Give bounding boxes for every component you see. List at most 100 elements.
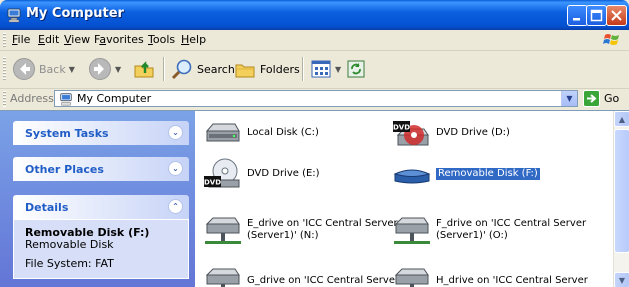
svg-text:DVD: DVD [393, 124, 410, 132]
chevron-down-icon[interactable]: ⌄ [168, 161, 183, 176]
network-drive-icon [205, 217, 241, 244]
views-dropdown-icon[interactable]: ▼ [335, 65, 341, 74]
maximize-button[interactable] [586, 5, 607, 26]
menu-bar: File Edit View Favorites Tools Help [0, 30, 629, 51]
go-arrow-icon[interactable] [583, 90, 600, 107]
back-arrow-icon [13, 58, 35, 80]
menu-edit-rest: dit [44, 33, 60, 46]
menu-help[interactable]: Help [181, 33, 206, 46]
drive-network-o[interactable]: F_drive on 'ICC Central Server (Server1)… [392, 210, 586, 250]
forward-dropdown-icon[interactable]: ▼ [115, 65, 121, 74]
close-button[interactable] [606, 5, 627, 26]
folders-label: Folders [260, 62, 300, 76]
file-label: G_drive on 'ICC Central Server [247, 275, 400, 286]
task-pane: System Tasks ⌄ Other Places ⌄ Details ⌃ … [0, 111, 195, 287]
chevron-up-icon: ▲ [618, 114, 626, 124]
menu-file[interactable]: File [12, 33, 30, 46]
folders-icon [235, 64, 255, 78]
file-label: DVD Drive (E:) [247, 168, 320, 179]
file-label: H_drive on 'ICC Central Server [436, 275, 588, 286]
drive-dvd-d[interactable]: DVD DVD Drive (D:) [392, 113, 510, 153]
forward-button[interactable]: ▼ [88, 55, 121, 83]
dvd-drive-icon: DVD [204, 158, 240, 188]
sync-icon [347, 60, 365, 78]
search-icon [171, 59, 192, 80]
menu-help-rest: elp [189, 33, 207, 46]
menu-view-rest: iew [71, 33, 91, 46]
details-header[interactable]: Details ⌃ [13, 195, 189, 219]
forward-arrow-icon [89, 58, 111, 80]
search-label: Search [197, 62, 235, 76]
standard-toolbar: Back ▼ ▼ Search Folders ▼ [0, 51, 629, 89]
window-title: My Computer [26, 6, 124, 21]
other-places-title: Other Places [25, 163, 104, 176]
svg-text:DVD: DVD [204, 179, 221, 187]
address-dropdown-button[interactable]: ▼ [561, 91, 577, 106]
chevron-down-icon[interactable]: ⌄ [168, 125, 183, 140]
drive-local-c[interactable]: Local Disk (C:) [203, 113, 319, 153]
toolbar-grip[interactable] [3, 57, 6, 81]
menu-edit[interactable]: Edit [38, 33, 59, 46]
drive-network-h[interactable]: H_drive on 'ICC Central Server [392, 261, 588, 287]
maximize-icon [590, 9, 603, 22]
up-folder-button[interactable] [132, 55, 156, 83]
menu-edit-accel: E [38, 33, 45, 46]
address-bar: Address My Computer ▼ Go [0, 89, 629, 109]
file-list: Local Disk (C:) DVD DVD Drive (D:) DVD D… [195, 111, 613, 287]
search-button[interactable]: Search [170, 55, 235, 83]
menu-tools[interactable]: Tools [148, 33, 175, 46]
chevron-down-icon: ▼ [566, 94, 573, 103]
menu-tools-rest: ools [152, 33, 176, 46]
views-icon [311, 60, 331, 78]
minimize-button[interactable] [567, 5, 588, 26]
file-label: DVD Drive (D:) [436, 127, 510, 138]
scroll-up-button[interactable]: ▲ [614, 111, 629, 127]
menu-view[interactable]: View [64, 33, 90, 46]
folders-button[interactable]: Folders [233, 55, 300, 83]
my-computer-icon [60, 93, 72, 106]
file-label: F_drive on 'ICC Central Server (Server1)… [436, 218, 587, 241]
details-panel: Removable Disk (F:) Removable Disk File … [13, 219, 189, 279]
go-button-label[interactable]: Go [604, 92, 619, 105]
system-tasks-header[interactable]: System Tasks ⌄ [13, 121, 189, 145]
file-label: Removable Disk (F:) [436, 168, 540, 180]
views-button[interactable]: ▼ [310, 55, 341, 83]
drive-network-n[interactable]: E_drive on 'ICC Central Server (Server1)… [203, 210, 398, 250]
back-label: Back [39, 62, 66, 76]
details-filesystem: File System: FAT [25, 257, 114, 270]
menu-file-rest: ile [17, 33, 31, 46]
menubar-grip[interactable] [3, 33, 6, 47]
network-drive-icon [394, 217, 430, 244]
my-computer-icon [7, 8, 21, 23]
details-type: Removable Disk [25, 238, 114, 251]
close-icon [611, 10, 622, 21]
hard-drive-icon [205, 123, 240, 142]
details-title: Details [25, 201, 69, 214]
sync-button[interactable] [346, 55, 366, 83]
vertical-scrollbar[interactable]: ▲ ▼ [613, 111, 629, 287]
other-places-header[interactable]: Other Places ⌄ [13, 157, 189, 181]
addressbar-grip[interactable] [3, 91, 6, 107]
drive-removable-f[interactable]: Removable Disk (F:) [392, 154, 540, 194]
drive-dvd-e[interactable]: DVD DVD Drive (E:) [203, 154, 320, 194]
network-drive-icon [394, 268, 429, 287]
scroll-down-button[interactable]: ▼ [614, 272, 629, 287]
address-value: My Computer [77, 92, 152, 105]
dvd-drive-icon: DVD [393, 121, 429, 146]
system-tasks-title: System Tasks [25, 127, 109, 140]
address-input[interactable]: My Computer ▼ [54, 90, 578, 107]
file-label: E_drive on 'ICC Central Server (Server1)… [247, 218, 398, 241]
removable-disk-icon [393, 169, 431, 184]
chevron-up-icon[interactable]: ⌃ [168, 199, 183, 214]
address-label: Address [10, 92, 54, 105]
back-button[interactable]: Back ▼ [12, 55, 75, 83]
content-area: System Tasks ⌄ Other Places ⌄ Details ⌃ … [0, 110, 629, 287]
network-drive-icon [205, 268, 240, 287]
scroll-thumb[interactable] [614, 129, 629, 253]
drive-network-g[interactable]: G_drive on 'ICC Central Server [203, 261, 399, 287]
title-bar[interactable]: My Computer [0, 0, 629, 30]
back-dropdown-icon[interactable]: ▼ [69, 65, 75, 74]
up-folder-icon [134, 61, 154, 78]
menu-favorites-rest: vorites [106, 33, 144, 46]
menu-favorites[interactable]: Favorites [94, 33, 144, 46]
